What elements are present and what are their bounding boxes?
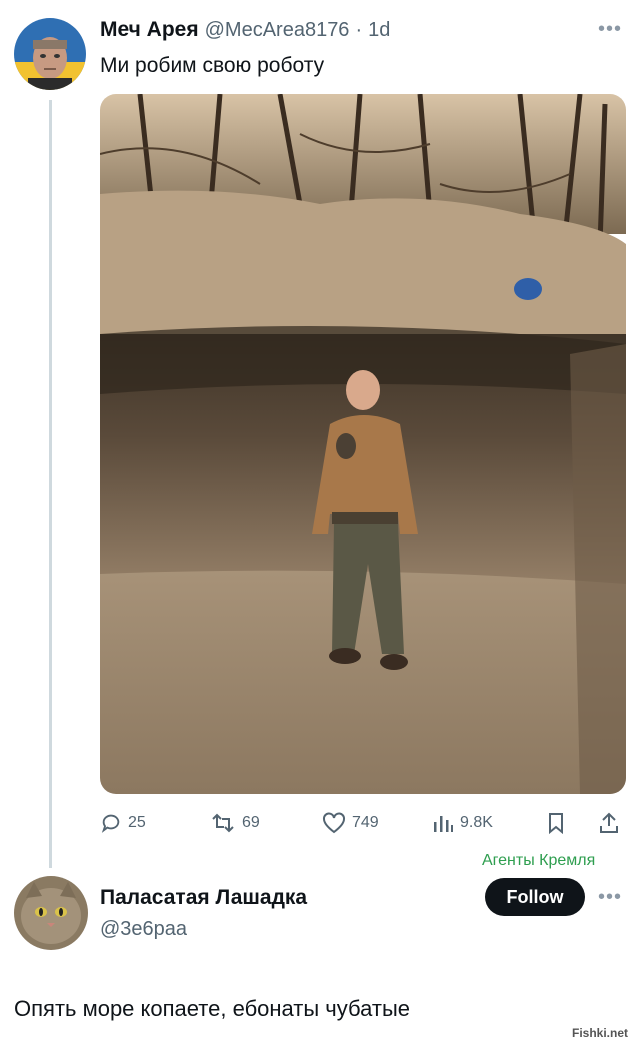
like-icon <box>323 812 345 834</box>
author-avatar[interactable] <box>14 18 86 90</box>
author-name[interactable]: Меч Арея <box>100 18 199 42</box>
views-icon <box>434 816 453 832</box>
follow-button[interactable]: Follow <box>485 878 585 916</box>
views-button[interactable]: 9.8K <box>432 812 493 834</box>
like-count: 749 <box>352 814 379 831</box>
retweet-count: 69 <box>242 814 260 831</box>
share-icon[interactable] <box>598 811 620 840</box>
reply-author-name[interactable]: Паласатая Лашадка <box>100 886 307 910</box>
reply-count: 25 <box>128 814 146 831</box>
watermark-text: Агенты Кремля <box>482 852 596 869</box>
thread-line <box>49 100 52 868</box>
more-icon[interactable]: ••• <box>598 18 622 41</box>
author-handle[interactable]: @MecArea8176 <box>205 19 350 42</box>
separator: · <box>355 19 363 41</box>
tweet-photo[interactable] <box>100 94 626 794</box>
tweet-time[interactable]: 1d <box>368 19 390 42</box>
like-button[interactable]: 749 <box>322 812 379 834</box>
reply-text: Опять море копаете, ебонаты чубатые <box>14 996 410 1021</box>
reply-button[interactable]: 25 <box>100 812 146 834</box>
views-count: 9.8K <box>460 814 493 831</box>
reply-icon <box>101 814 120 833</box>
reply-author-handle[interactable]: @3e6paa <box>100 918 187 941</box>
retweet-icon <box>212 813 234 833</box>
reply-author-avatar[interactable] <box>14 876 88 950</box>
reply-more-icon[interactable]: ••• <box>598 886 622 909</box>
tweet-text: Ми робим свою роботу <box>100 54 325 77</box>
site-watermark: Fishki.net <box>572 1026 629 1040</box>
retweet-button[interactable]: 69 <box>210 812 260 834</box>
bookmark-icon[interactable] <box>546 812 566 839</box>
